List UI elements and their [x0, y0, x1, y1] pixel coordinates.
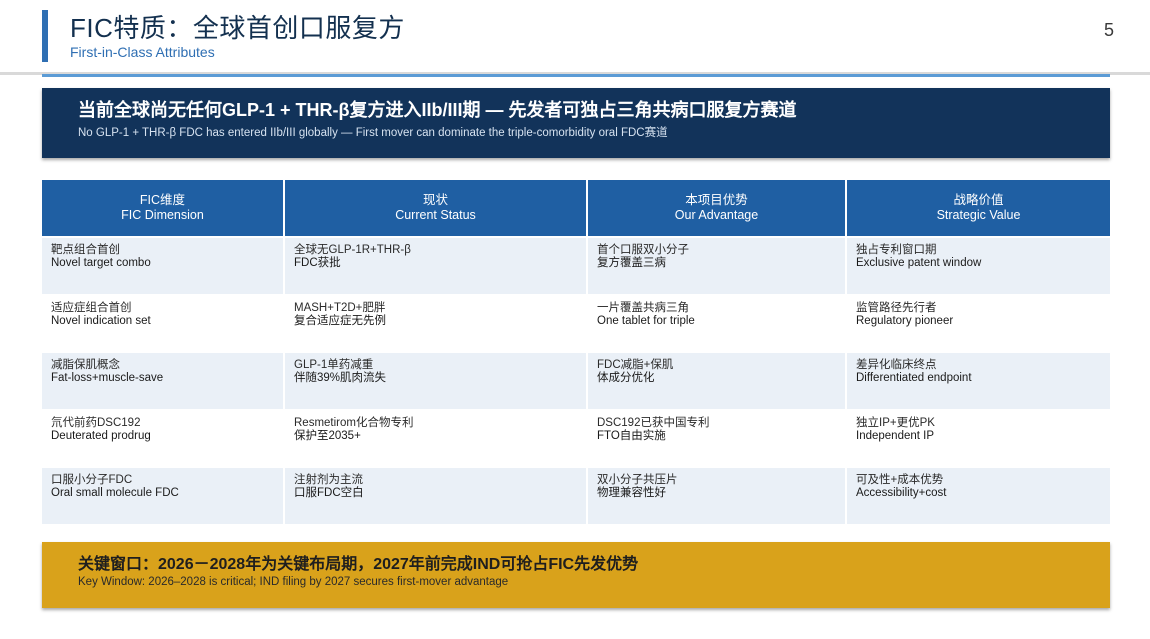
table-cell: 双小分子共压片 物理兼容性好	[588, 466, 847, 524]
cell-text-cn: 双小分子共压片	[597, 474, 678, 487]
header-divider-accent	[42, 74, 1110, 77]
column-header-dimension: FIC维度 FIC Dimension	[42, 180, 285, 236]
column-header-en: Current Status	[395, 208, 476, 222]
column-header-en: Our Advantage	[674, 208, 759, 222]
key-message-banner: 当前全球尚无任何GLP-1 + THR-β复方进入IIb/III期 — 先发者可…	[42, 88, 1110, 158]
cell-text-cn: 一片覆盖共病三角	[597, 301, 689, 314]
cell-text-en: Deuterated prodrug	[51, 429, 151, 442]
table-cell: DSC192已获中国专利 FTO自由实施	[588, 408, 847, 467]
table-cell: 减脂保肌概念 Fat-loss+muscle-save	[42, 351, 285, 409]
table-header-row: FIC维度 FIC Dimension 现状 Current Status 本项…	[42, 180, 1110, 236]
page-subtitle: First-in-Class Attributes	[70, 44, 215, 60]
column-header-advantage: 本项目优势 Our Advantage	[588, 180, 847, 236]
cell-text-en: 物理兼容性好	[597, 487, 666, 500]
slide-header: FIC特质：全球首创口服复方 First-in-Class Attributes…	[0, 0, 1150, 78]
cell-text-en: Novel target combo	[51, 257, 151, 269]
column-header-en: FIC Dimension	[121, 208, 204, 222]
cell-text-en: 复方覆盖三病	[597, 257, 666, 269]
callout-text-en: Key Window: 2026–2028 is critical; IND f…	[78, 576, 509, 588]
cell-text-en: 体成分优化	[597, 372, 655, 385]
page-number: 5	[1103, 20, 1114, 40]
table-cell: GLP-1单药减重 伴随39%肌肉流失	[285, 351, 588, 409]
cell-text-cn: 可及性+成本优势	[856, 474, 944, 487]
column-header-cn: 战略价值	[953, 193, 1004, 207]
title-accent-bar	[42, 10, 48, 62]
cell-text-cn: 适应症组合首创	[51, 301, 132, 314]
column-header-cn: 现状	[422, 193, 448, 207]
table-cell: 注射剂为主流 口服FDC空白	[285, 466, 588, 524]
cell-text-en: 复合适应症无先例	[294, 314, 386, 327]
key-window-callout: 关键窗口：2026－2028年为关键布局期，2027年前完成IND可抢占FIC先…	[42, 542, 1110, 608]
cell-text-en: Oral small molecule FDC	[51, 487, 179, 500]
cell-text-en: Accessibility+cost	[856, 487, 947, 500]
table-cell: 一片覆盖共病三角 One tablet for triple	[588, 293, 847, 352]
cell-text-en: 保护至2035+	[294, 429, 361, 442]
cell-text-cn: Resmetirom化合物专利	[294, 416, 414, 429]
cell-text-cn: GLP-1单药减重	[294, 359, 374, 372]
table-cell: 氘代前药DSC192 Deuterated prodrug	[42, 408, 285, 467]
cell-text-en: Exclusive patent window	[856, 257, 982, 269]
cell-text-en: One tablet for triple	[597, 314, 695, 327]
cell-text-cn: 首个口服双小分子	[597, 244, 689, 256]
cell-text-cn: 全球无GLP-1R+THR-β	[294, 244, 411, 256]
cell-text-en: Fat-loss+muscle-save	[51, 372, 164, 385]
column-header-cn: 本项目优势	[685, 193, 748, 207]
table-cell: 口服小分子FDC Oral small molecule FDC	[42, 466, 285, 524]
table-cell: 靶点组合首创 Novel target combo	[42, 236, 285, 294]
banner-text-cn: 当前全球尚无任何GLP-1 + THR-β复方进入IIb/III期 — 先发者可…	[78, 100, 797, 120]
cell-text-cn: FDC减脂+保肌	[597, 359, 674, 372]
cell-text-cn: 监管路径先行者	[856, 301, 937, 314]
cell-text-cn: 减脂保肌概念	[51, 359, 120, 372]
table-cell: 监管路径先行者 Regulatory pioneer	[847, 293, 1110, 352]
table-cell: FDC减脂+保肌 体成分优化	[588, 351, 847, 409]
table-cell: 独立IP+更优PK Independent IP	[847, 408, 1110, 467]
table-cell: 可及性+成本优势 Accessibility+cost	[847, 466, 1110, 524]
cell-text-cn: 氘代前药DSC192	[51, 416, 141, 429]
table-row: 适应症组合首创 Novel indication set MASH+T2D+肥胖复…	[42, 293, 1110, 352]
cell-text-en: 口服FDC空白	[294, 487, 364, 500]
table-cell: 独占专利窗口期 Exclusive patent window	[847, 236, 1110, 294]
cell-text-en: FDC获批	[294, 257, 341, 269]
table-cell: 全球无GLP-1R+THR-β FDC获批	[285, 236, 588, 294]
cell-text-cn: 口服小分子FDC	[51, 474, 133, 487]
column-header-cn: FIC维度	[139, 193, 186, 207]
page-title: FIC特质：全球首创口服复方	[70, 13, 405, 43]
cell-text-cn: MASH+T2D+肥胖	[294, 301, 386, 314]
fic-attributes-table: FIC维度 FIC Dimension 现状 Current Status 本项…	[42, 180, 1110, 524]
table-row: 靶点组合首创 Novel target combo 全球无GLP-1R+THR-β…	[42, 236, 1110, 294]
cell-text-cn: 靶点组合首创	[51, 244, 120, 256]
table-row: 口服小分子FDC Oral small molecule FDC 注射剂为主流 口服…	[42, 466, 1110, 524]
cell-text-en: Novel indication set	[51, 314, 151, 327]
cell-text-cn: 注射剂为主流	[294, 474, 363, 487]
cell-text-cn: 差异化临床终点	[856, 359, 937, 372]
cell-text-en: Differentiated endpoint	[856, 372, 972, 385]
table-cell: 差异化临床终点 Differentiated endpoint	[847, 351, 1110, 409]
banner-text-en: No GLP-1 + THR-β FDC has entered IIb/III…	[78, 127, 668, 139]
table-row: 氘代前药DSC192 Deuterated prodrug Resmetirom化…	[42, 408, 1110, 467]
table-cell: 首个口服双小分子 复方覆盖三病	[588, 236, 847, 294]
table-cell: 适应症组合首创 Novel indication set	[42, 293, 285, 352]
column-header-value: 战略价值 Strategic Value	[847, 180, 1110, 236]
callout-text-cn: 关键窗口：2026－2028年为关键布局期，2027年前完成IND可抢占FIC先…	[78, 556, 639, 573]
column-header-en: Strategic Value	[936, 208, 1021, 222]
cell-text-en: 伴随39%肌肉流失	[294, 372, 387, 385]
cell-text-cn: 独占专利窗口期	[856, 244, 937, 256]
cell-text-cn: DSC192已获中国专利	[597, 416, 710, 429]
column-header-status: 现状 Current Status	[285, 180, 588, 236]
table-row: 减脂保肌概念 Fat-loss+muscle-save GLP-1单药减重 伴随39…	[42, 351, 1110, 409]
cell-text-en: Regulatory pioneer	[856, 314, 954, 327]
cell-text-en: Independent IP	[856, 429, 935, 442]
cell-text-en: FTO自由实施	[597, 429, 666, 442]
table-cell: MASH+T2D+肥胖 复合适应症无先例	[285, 293, 588, 352]
table-cell: Resmetirom化合物专利 保护至2035+	[285, 408, 588, 467]
cell-text-cn: 独立IP+更优PK	[856, 416, 935, 429]
